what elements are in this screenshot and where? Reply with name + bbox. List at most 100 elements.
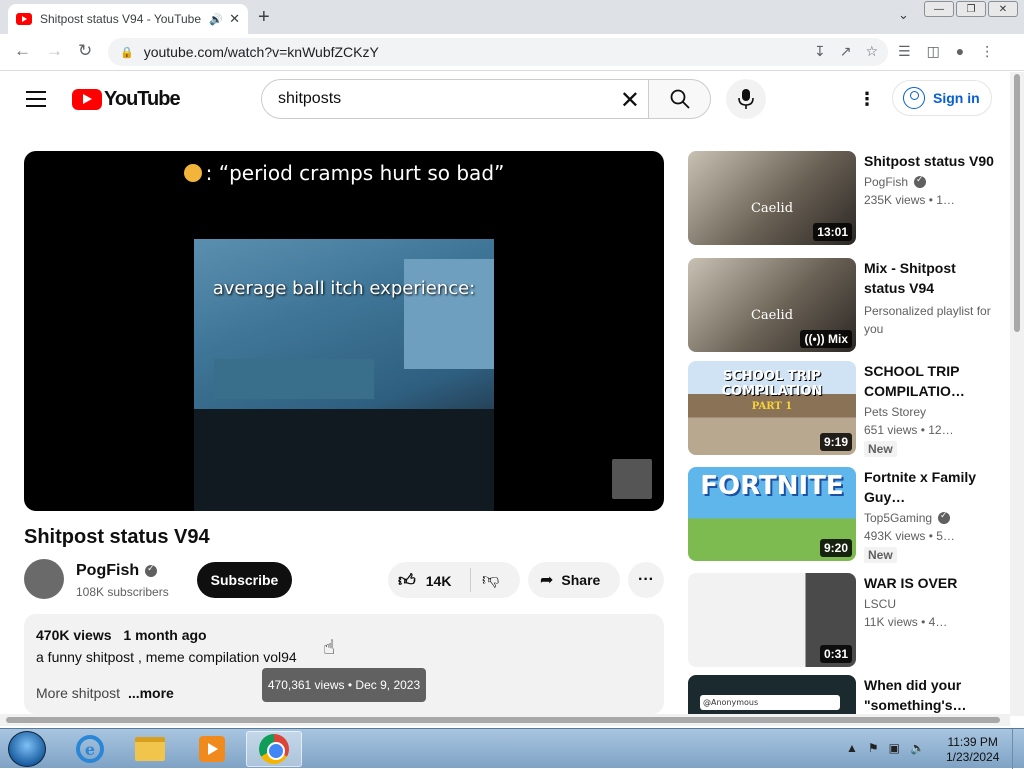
action-center-icon[interactable]: ⚑ xyxy=(868,741,879,755)
channel-name[interactable]: PogFish xyxy=(76,562,158,580)
recommendation-title[interactable]: WAR IS OVER xyxy=(864,573,994,593)
search-query[interactable]: shitposts xyxy=(278,90,341,108)
recommendation-thumbnail[interactable]: FORTNITE 9:20 xyxy=(688,467,856,561)
youtube-logo[interactable]: YouTube xyxy=(72,88,181,111)
recommendation-item[interactable]: SCHOOL TRIP COMPILATION PART 1 9:19 SCHO… xyxy=(688,361,998,457)
system-tray: ▲ ⚑ ▣ 🔈 xyxy=(846,741,925,755)
like-dislike-bar: 👍︎ 14K 👎︎ xyxy=(388,562,520,598)
tab-close-icon[interactable]: ✕ xyxy=(229,11,240,27)
share-label: Share xyxy=(561,572,601,588)
tray-expand-icon[interactable]: ▲ xyxy=(846,741,858,755)
recommendation-title[interactable]: When did your "something's… xyxy=(864,675,994,714)
horizontal-scrollbar[interactable] xyxy=(0,714,1010,726)
share-page-icon[interactable]: ↗ xyxy=(840,43,852,60)
search-button[interactable] xyxy=(648,79,711,119)
recommendation-thumbnail[interactable]: @Anonymous xyxy=(688,675,856,714)
speaker-icon[interactable]: 🔊 xyxy=(209,13,223,26)
install-app-icon[interactable]: ↧ xyxy=(814,43,826,60)
thumbs-up-icon: 👍︎ xyxy=(398,571,416,590)
duration-badge: 13:01 xyxy=(813,223,852,241)
recommendation-item[interactable]: @Anonymous When did your "something's… xyxy=(688,675,998,714)
recommendation-channel: Personalized playlist for you xyxy=(864,304,991,336)
subscribe-button[interactable]: Subscribe xyxy=(197,562,292,598)
recommendation-thumbnail[interactable]: Caelid 13:01 xyxy=(688,151,856,245)
views-tooltip: 470,361 views • Dec 9, 2023 xyxy=(262,668,426,702)
bookmark-star-icon[interactable]: ☆ xyxy=(865,43,878,60)
browser-tab[interactable]: Shitpost status V94 - YouTube 🔊 ✕ xyxy=(8,4,248,34)
clock-time: 11:39 PM xyxy=(947,735,998,749)
duration-badge: 9:19 xyxy=(819,433,852,451)
recommendation-meta: 493K views • 5… xyxy=(864,529,955,543)
caption-top-text: “period cramps hurt so bad” xyxy=(218,161,505,185)
recommendation-title[interactable]: SCHOOL TRIP COMPILATIO… xyxy=(864,361,994,401)
recommendation-item[interactable]: 0:31 WAR IS OVER LSCU 11K views • 4… xyxy=(688,573,998,667)
youtube-header: YouTube shitposts ✕ ⋮ Sign in xyxy=(0,72,1010,128)
recommendation-thumbnail[interactable]: Caelid ((•)) Mix xyxy=(688,258,856,352)
restore-button[interactable]: ❐ xyxy=(956,1,986,17)
logo-wordmark: YouTube xyxy=(104,88,181,110)
volume-icon[interactable]: 🔈 xyxy=(910,741,925,755)
like-count: 14K xyxy=(425,572,452,589)
settings-kebab-icon[interactable]: ⋮ xyxy=(858,89,876,110)
channel-avatar[interactable] xyxy=(24,559,64,599)
side-panel-icon[interactable]: ◫ xyxy=(927,43,940,60)
recommendation-thumbnail[interactable]: SCHOOL TRIP COMPILATION PART 1 9:19 xyxy=(688,361,856,455)
lock-icon[interactable]: 🔒 xyxy=(120,46,134,59)
mix-badge-label: Mix xyxy=(827,332,848,346)
like-button[interactable]: 👍︎ 14K xyxy=(398,570,451,591)
recommendation-thumbnail[interactable]: 0:31 xyxy=(688,573,856,667)
search-input[interactable]: shitposts ✕ xyxy=(261,79,649,119)
share-button[interactable]: ➦ Share xyxy=(528,562,620,598)
clear-search-icon[interactable]: ✕ xyxy=(620,86,640,115)
recommendation-item[interactable]: FORTNITE 9:20 Fortnite x Family Guy… Top… xyxy=(688,467,998,563)
view-count: 470K views xyxy=(36,627,112,643)
voice-search-button[interactable] xyxy=(726,79,766,119)
recommendation-channel[interactable]: Top5Gaming xyxy=(864,510,994,525)
menu-icon[interactable] xyxy=(26,91,46,107)
close-window-button[interactable]: ✕ xyxy=(988,1,1018,17)
reload-button[interactable]: ↻ xyxy=(78,41,92,61)
recommendation-title[interactable]: Mix - Shitpost status V94 xyxy=(864,258,994,298)
sign-in-label: Sign in xyxy=(933,90,980,106)
taskbar-chrome[interactable] xyxy=(246,731,302,767)
sign-in-button[interactable]: Sign in xyxy=(892,80,992,116)
chrome-icon xyxy=(259,734,289,764)
taskbar-file-explorer[interactable] xyxy=(122,731,178,767)
clock[interactable]: 11:39 PM 1/23/2024 xyxy=(946,735,999,765)
channel-watermark[interactable] xyxy=(612,459,652,499)
channel-name-text[interactable]: PogFish xyxy=(76,562,139,580)
url-text[interactable]: youtube.com/watch?v=knWubfZCKzY xyxy=(144,44,379,60)
show-desktop-button[interactable] xyxy=(1012,729,1024,769)
recommendation-title[interactable]: Shitpost status V90 xyxy=(864,151,994,171)
profile-icon[interactable]: ● xyxy=(956,43,964,60)
thumbs-down-icon[interactable]: 👎︎ xyxy=(482,569,499,590)
video-player[interactable]: : “period cramps hurt so bad” average ba… xyxy=(24,151,664,511)
more-actions-icon[interactable]: ··· xyxy=(628,562,664,598)
minimize-button[interactable]: — xyxy=(924,1,954,17)
recommendation-item[interactable]: Caelid ((•)) Mix Mix - Shitpost status V… xyxy=(688,258,998,352)
taskbar-internet-explorer[interactable]: e xyxy=(62,731,118,767)
taskbar-media-player[interactable] xyxy=(184,731,240,767)
start-button[interactable] xyxy=(8,731,46,767)
recommendation-channel[interactable]: LSCU xyxy=(864,597,994,611)
forward-button[interactable]: → xyxy=(46,41,63,61)
address-bar[interactable]: 🔒 youtube.com/watch?v=knWubfZCKzY ↧ ↗ ☆ xyxy=(108,38,888,66)
new-tab-button[interactable]: + xyxy=(258,6,270,29)
recommendation-channel-name[interactable]: Top5Gaming xyxy=(864,511,932,525)
back-button[interactable]: ← xyxy=(14,41,31,61)
recommendation-channel-name[interactable]: PogFish xyxy=(864,175,908,189)
media-control-icon[interactable]: ☰ xyxy=(898,43,911,60)
vertical-scrollbar[interactable] xyxy=(1010,72,1024,716)
recommendation-title[interactable]: Fortnite x Family Guy… xyxy=(864,467,994,507)
recommendation-item[interactable]: Caelid 13:01 Shitpost status V90 PogFish… xyxy=(688,151,998,245)
recommendation-channel[interactable]: Pets Storey xyxy=(864,405,994,419)
recommendation-meta: 235K views • 1… xyxy=(864,193,955,207)
media-player-icon xyxy=(199,736,225,762)
chrome-menu-icon[interactable]: ⋮ xyxy=(980,43,994,60)
network-icon[interactable]: ▣ xyxy=(889,741,900,755)
like-divider xyxy=(470,568,471,592)
thumbnail-text: SCHOOL TRIP COMPILATION xyxy=(721,369,823,399)
show-more-link[interactable]: ...more xyxy=(128,685,174,701)
tab-search-chevron-icon[interactable]: ⌄ xyxy=(898,7,909,23)
recommendation-channel[interactable]: PogFish xyxy=(864,174,994,189)
